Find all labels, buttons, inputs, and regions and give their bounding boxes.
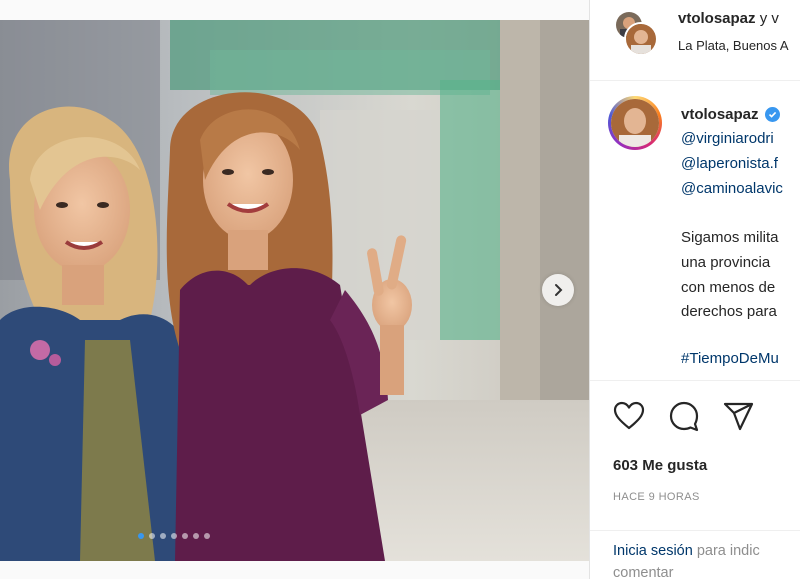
authors-joiner: y v — [755, 10, 779, 27]
post-authors: vtolosapaz y v — [678, 10, 779, 27]
login-prompt-text: para indic — [692, 543, 760, 559]
like-button[interactable] — [612, 399, 646, 433]
carousel-dot-active — [138, 533, 144, 539]
carousel-dot — [193, 533, 199, 539]
post-timestamp[interactable]: HACE 9 HORAS — [613, 491, 700, 503]
top-strip — [0, 0, 590, 20]
hashtag-link[interactable]: #TiempoDeMu — [681, 350, 779, 367]
comment-button[interactable] — [667, 399, 701, 433]
share-icon — [723, 402, 754, 431]
login-prompt: Inicia sesión para indic — [613, 543, 760, 559]
mention-link[interactable]: @laperonista.f — [681, 155, 778, 172]
share-button[interactable] — [721, 399, 755, 433]
caption-username-link[interactable]: vtolosapaz — [681, 106, 759, 123]
mention-link[interactable]: @virginiarodri — [681, 130, 774, 147]
comment-icon — [669, 401, 699, 432]
carousel-indicator — [138, 533, 210, 539]
bottom-strip — [0, 561, 590, 579]
caption-avatar[interactable] — [608, 96, 662, 150]
post-header: vtolosapaz y v La Plata, Buenos A — [590, 0, 800, 81]
carousel-dot — [149, 533, 155, 539]
mention-link[interactable]: @caminoalavic — [681, 180, 783, 197]
carousel-next-button[interactable] — [542, 274, 574, 306]
carousel-dot — [204, 533, 210, 539]
chevron-right-icon — [555, 284, 563, 296]
avatar[interactable] — [624, 22, 658, 56]
post-side-panel: vtolosapaz y v La Plata, Buenos A vtolos… — [590, 0, 800, 579]
post-photo — [0, 20, 589, 561]
verified-badge-icon — [764, 107, 780, 122]
caption-text: derechos para — [681, 303, 777, 320]
carousel-dot — [160, 533, 166, 539]
caption-text: con menos de — [681, 279, 776, 296]
login-prompt-text-2: comentar — [613, 565, 674, 579]
divider — [590, 380, 800, 381]
caption-author: vtolosapaz — [681, 106, 780, 123]
likes-count[interactable]: 603 Me gusta — [613, 457, 707, 474]
author-username-link[interactable]: vtolosapaz — [678, 10, 756, 27]
heart-icon — [613, 401, 645, 430]
caption-text: una provincia — [681, 254, 771, 271]
divider — [590, 530, 800, 531]
login-link[interactable]: Inicia sesión — [613, 543, 693, 559]
location-link[interactable]: La Plata, Buenos A — [678, 38, 789, 53]
carousel-dot — [182, 533, 188, 539]
caption-text: Sigamos milita — [681, 229, 779, 246]
carousel-dot — [171, 533, 177, 539]
